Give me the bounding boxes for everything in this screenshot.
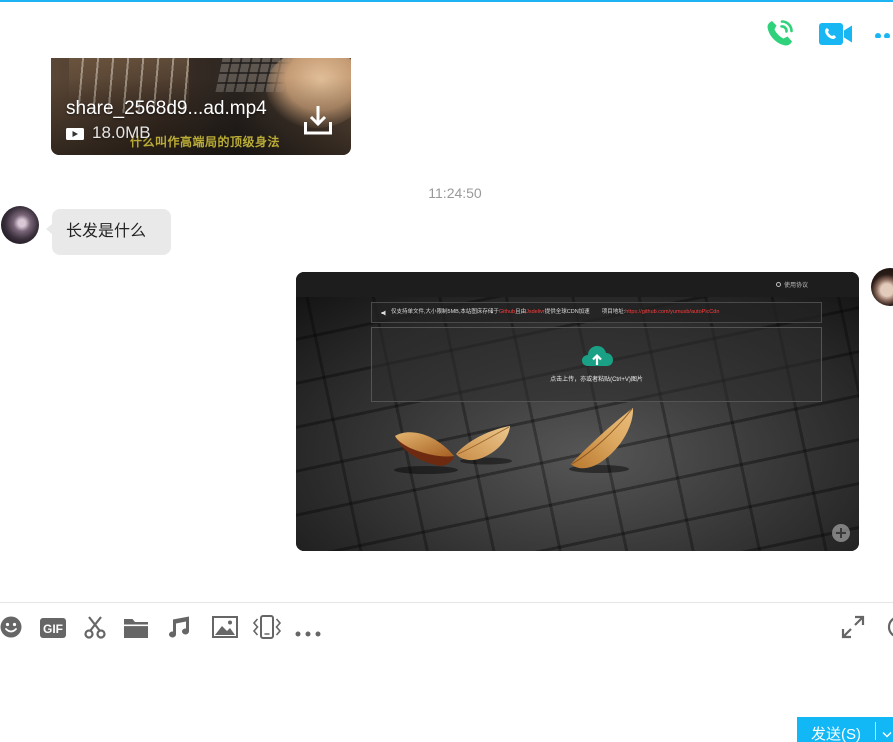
chevron-down-icon[interactable] (882, 726, 892, 738)
my-avatar[interactable] (871, 268, 893, 306)
toolbar-more-icon[interactable] (295, 624, 321, 637)
scissors-icon[interactable] (83, 615, 107, 639)
image-icon[interactable] (212, 616, 238, 638)
music-icon[interactable] (167, 616, 191, 638)
message-timestamp: 11:24:50 (428, 185, 482, 201)
zoom-plus-icon[interactable] (832, 524, 850, 542)
expand-icon[interactable] (841, 615, 865, 639)
outgoing-image-message[interactable]: 使用协议 仅支持单文件,大小限制5MB,本站图床存储于 Github 且由 Js… (296, 272, 859, 551)
send-button-separator (875, 722, 876, 740)
video-file-size: 18.0MB (92, 123, 151, 142)
video-file-name: share_2568d9...ad.mp4 (66, 98, 267, 119)
gif-label: GIF (43, 622, 63, 636)
more-options-icon[interactable] (873, 28, 893, 38)
play-icon (66, 127, 84, 140)
contact-avatar[interactable] (1, 206, 39, 244)
folder-icon[interactable] (123, 617, 149, 639)
download-icon[interactable] (303, 104, 333, 136)
gif-icon[interactable]: GIF (40, 617, 66, 639)
incoming-message-bubble[interactable]: 长发是什么 (46, 209, 171, 255)
send-button[interactable]: 发送(S) (797, 717, 893, 742)
video-call-icon[interactable] (819, 21, 853, 47)
incoming-message-text: 长发是什么 (66, 223, 147, 240)
history-icon[interactable] (887, 615, 893, 639)
send-button-label: 发送(S) (811, 726, 861, 742)
window-top-accent (0, 0, 893, 2)
my-avatar-image (871, 268, 893, 306)
input-divider (0, 602, 893, 603)
image-leaves (394, 408, 634, 474)
video-file-message[interactable]: 什么叫作高端局的顶级身法 share_2568d9...ad.mp4 18.0M… (51, 58, 351, 155)
shake-icon[interactable] (252, 614, 282, 640)
video-thumbnail-caption: 什么叫作高端局的顶级身法 (130, 135, 281, 149)
phone-call-icon[interactable] (764, 17, 796, 49)
emoji-icon[interactable] (0, 616, 22, 638)
